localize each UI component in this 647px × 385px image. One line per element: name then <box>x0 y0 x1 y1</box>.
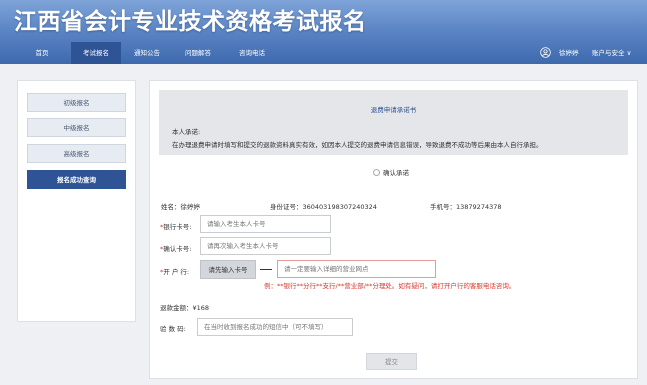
applicant-id: 身份证号：360403198307240324 <box>270 203 377 211</box>
branch-dash <box>260 269 272 270</box>
nav-home[interactable]: 首页 <box>30 42 54 64</box>
sidebar: 初级报名 中级报名 高级报名 报名成功查询 <box>17 80 136 322</box>
branch-hint: 例：**银行**分行**支行/**营业部/**分理处。如有疑问，请打开户行的客服… <box>264 282 516 290</box>
nav-faq[interactable]: 问题解答 <box>181 42 215 64</box>
promise-box: 退费申请承诺书 本人承诺: 在办理退费申请时填写和提交的退款资料真实有效，如因本… <box>159 90 628 155</box>
verify-code-input[interactable] <box>197 318 353 336</box>
promise-text: 在办理退费申请时填写和提交的退款资料真实有效，如因本人提交的退费申请信息错误，导… <box>172 141 543 149</box>
main-nav: 首页 考试报名 通知公告 问题解答 咨询电话 徐婷婷 账户与安全 ∨ <box>0 42 647 64</box>
user-name: 徐婷婷 <box>559 49 579 57</box>
confirm-promise-radio[interactable]: 确认承诺 <box>373 168 409 178</box>
nav-notices[interactable]: 通知公告 <box>130 42 164 64</box>
confirm-promise-label: 确认承诺 <box>383 169 409 177</box>
confirm-card-label: *确认卡号: <box>160 245 192 253</box>
sidebar-item-senior[interactable]: 高级报名 <box>27 144 126 163</box>
account-security-menu[interactable]: 账户与安全 ∨ <box>592 42 631 64</box>
verify-code-label: 验 数 码: <box>160 325 186 333</box>
applicant-phone: 手机号：13879274378 <box>430 203 502 211</box>
promise-lead: 本人承诺: <box>172 128 201 136</box>
branch-label: *开 户 行: <box>160 268 190 276</box>
sidebar-item-intermediate[interactable]: 中级报名 <box>27 118 126 137</box>
site-title: 江西省会计专业技术资格考试报名 <box>14 9 367 35</box>
submit-button[interactable]: 提交 <box>366 353 417 370</box>
bank-card-input[interactable] <box>200 215 331 233</box>
sidebar-item-junior[interactable]: 初级报名 <box>27 93 126 112</box>
bank-card-label: *银行卡号: <box>160 223 192 231</box>
refund-amount: 退款金额：¥168 <box>160 304 210 312</box>
confirm-card-input[interactable] <box>200 237 331 255</box>
enter-card-first-button[interactable]: 请先输入卡号 <box>200 260 256 279</box>
nav-contact-phone[interactable]: 咨询电话 <box>234 42 270 64</box>
radio-icon[interactable] <box>373 169 380 176</box>
promise-title: 退费申请承诺书 <box>370 106 417 114</box>
nav-exam-registration[interactable]: 考试报名 <box>71 42 121 64</box>
applicant-name: 姓名：徐婷婷 <box>161 203 200 211</box>
header: 江西省会计专业技术资格考试报名 首页 考试报名 通知公告 问题解答 咨询电话 徐… <box>0 0 647 64</box>
sidebar-item-registration-query[interactable]: 报名成功查询 <box>27 170 126 189</box>
refund-panel: 退费申请承诺书 本人承诺: 在办理退费申请时填写和提交的退款资料真实有效，如因本… <box>149 80 638 379</box>
user-icon <box>540 47 551 58</box>
branch-input[interactable] <box>277 260 436 278</box>
